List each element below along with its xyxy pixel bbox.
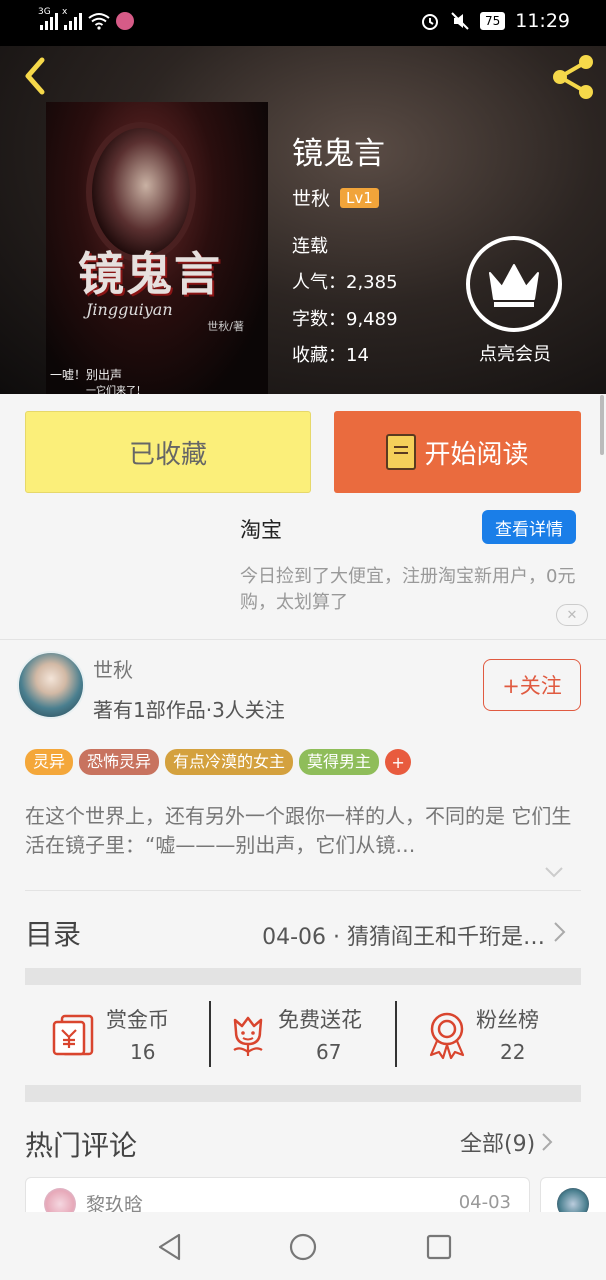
- free-flowers-stat[interactable]: 免费送花 67: [228, 1004, 388, 1066]
- stat-name: 粉丝榜: [476, 1008, 539, 1032]
- chevron-right-icon: [554, 922, 566, 942]
- start-reading-label: 开始阅读: [424, 439, 529, 470]
- share-button[interactable]: [548, 52, 598, 102]
- favorites-label: 收藏：: [292, 345, 346, 366]
- section-separator: [25, 968, 581, 985]
- tag-chip[interactable]: 莫得男主: [299, 749, 380, 775]
- nav-back-icon[interactable]: [155, 1232, 185, 1262]
- nav-recent-apps-icon[interactable]: [424, 1232, 454, 1262]
- stat-name: 免费送花: [278, 1008, 362, 1032]
- divider: [0, 639, 606, 640]
- book-icon: [386, 434, 417, 470]
- vip-label: 点亮会员: [479, 344, 551, 365]
- book-title: 镜鬼言: [292, 136, 385, 172]
- words-stat: 字数：9,489: [292, 305, 398, 331]
- cover-author: 世秋/著: [207, 320, 244, 333]
- chevron-right-icon: [542, 1133, 553, 1151]
- book-author: 世秋 Lv1: [292, 184, 379, 211]
- stat-value: 22: [500, 1040, 526, 1064]
- reward-coins-stat[interactable]: 赏金币 16: [52, 1004, 192, 1066]
- popularity-label: 人气：: [292, 272, 346, 293]
- tag-list: 灵异 恐怖灵异 有点冷漠的女主 莫得男主 +: [25, 749, 412, 775]
- popularity-stat: 人气：2,385: [292, 268, 398, 294]
- tag-chip[interactable]: 有点冷漠的女主: [165, 749, 294, 775]
- ad-close-icon[interactable]: ✕: [556, 604, 588, 626]
- share-icon: [553, 55, 593, 99]
- scrollbar[interactable]: [600, 395, 604, 455]
- mute-icon: [451, 12, 469, 30]
- divider: [25, 890, 581, 891]
- tag-chip[interactable]: 恐怖灵异: [79, 749, 160, 775]
- ad-title: 淘宝: [240, 518, 282, 542]
- flower-icon: [233, 1016, 263, 1056]
- catalog-row[interactable]: 目录 04-06 · 猜猜阎王和千珩是…: [25, 903, 581, 961]
- ad-text[interactable]: 今日捡到了大便宜，注册淘宝新用户，0元购，太划算了: [240, 564, 580, 616]
- coin-reward-icon: [52, 1014, 94, 1056]
- wifi-icon: [88, 13, 110, 30]
- synopsis[interactable]: 在这个世界上，还有另外一个跟你一样的人，不同的是 它们生活在镜子里：“嘘———别…: [25, 802, 581, 860]
- add-tag-button[interactable]: +: [385, 749, 412, 775]
- chevron-left-icon: [25, 57, 45, 95]
- book-status: 连载: [292, 236, 328, 257]
- start-reading-button[interactable]: 开始阅读: [334, 411, 581, 493]
- section-separator: [25, 1085, 581, 1102]
- book-header: 镜鬼言 Jingguiyan 世秋/著 一嘘！别出声 一它们来了！ 镜鬼言 世秋…: [0, 46, 606, 394]
- nav-home-icon[interactable]: [288, 1232, 318, 1262]
- divider: [395, 1001, 397, 1067]
- hot-comments-title: 热门评论: [25, 1129, 138, 1162]
- latest-chapter: 04-06 · 猜猜阎王和千珩是…: [262, 925, 545, 950]
- fan-ranking-stat[interactable]: 粉丝榜 22: [426, 1004, 556, 1066]
- system-nav-bar: [0, 1212, 606, 1280]
- cover-tagline: 一嘘！别出声: [50, 368, 123, 382]
- favorites-stat: 收藏：14: [292, 341, 369, 367]
- chevron-down-icon[interactable]: [544, 866, 564, 878]
- back-button[interactable]: [14, 52, 54, 96]
- stat-name: 赏金币: [106, 1008, 169, 1032]
- book-cover: 镜鬼言 Jingguiyan 世秋/著 一嘘！别出声 一它们来了！: [46, 102, 268, 394]
- status-bar: 3G x 75 11:29: [0, 0, 606, 46]
- vip-button[interactable]: 点亮会员: [466, 236, 564, 366]
- stat-value: 67: [316, 1040, 342, 1064]
- follow-button[interactable]: +关注: [483, 659, 581, 711]
- author-avatar[interactable]: [17, 651, 85, 719]
- catalog-label: 目录: [25, 918, 82, 951]
- battery-icon: 75: [479, 12, 506, 30]
- alarm-icon: [421, 14, 438, 30]
- ad-details-button[interactable]: 查看详情: [482, 510, 576, 544]
- cover-title: 镜鬼言: [78, 247, 222, 301]
- collected-button[interactable]: 已收藏: [25, 411, 311, 493]
- level-badge: Lv1: [340, 187, 379, 208]
- cover-tagline: 一它们来了！: [86, 386, 146, 394]
- signal-icon: x: [62, 7, 82, 30]
- crown-icon: [466, 236, 562, 332]
- divider: [209, 1001, 211, 1067]
- comment-date: 04-03: [458, 1192, 511, 1213]
- favorites-value: 14: [346, 345, 369, 366]
- author-section-name[interactable]: 世秋: [93, 654, 133, 683]
- medal-icon: [429, 1012, 465, 1060]
- popularity-value: 2,385: [346, 272, 398, 293]
- words-label: 字数：: [292, 309, 346, 330]
- cover-pinyin: Jingguiyan: [86, 300, 173, 319]
- all-comments-label: 全部(9): [460, 1132, 536, 1157]
- app-notification-icon: [116, 12, 134, 30]
- tag-chip[interactable]: 灵异: [25, 749, 74, 775]
- author-name[interactable]: 世秋: [292, 184, 330, 211]
- author-section-stats: 著有1部作品·3人关注: [93, 698, 285, 722]
- signal-icon: 3G: [38, 7, 58, 30]
- clock: 11:29: [515, 10, 570, 32]
- stat-value: 16: [130, 1040, 156, 1064]
- all-comments-link[interactable]: 全部(9): [460, 1126, 553, 1158]
- words-value: 9,489: [346, 309, 398, 330]
